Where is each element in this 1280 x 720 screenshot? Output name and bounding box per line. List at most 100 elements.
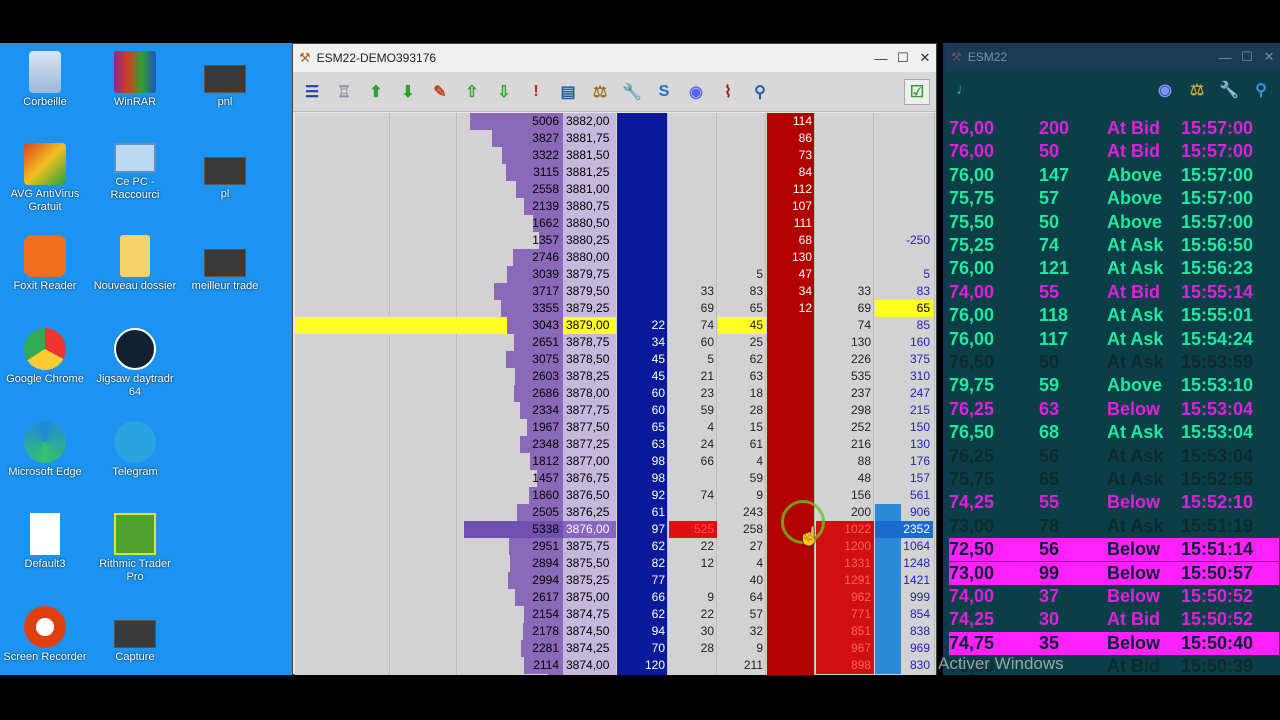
bid-size-cell[interactable]: 60 [617,385,668,402]
ladder-row[interactable]: 2994 3875,25 77 40 1291 1421 [295,572,935,589]
ladder-row[interactable]: 2334 3877,75 60 59 28 298 215 [295,402,935,419]
ask-size-cell[interactable] [767,368,815,385]
ask-size-cell[interactable]: 84 [767,164,815,181]
bid-size-cell[interactable]: 62 [617,606,668,623]
ladder-row[interactable]: 2651 3878,75 34 60 25 130 160 [295,334,935,351]
ask-size-cell[interactable] [767,572,815,589]
bid-size-cell[interactable]: 78 [617,674,668,675]
ladder-row[interactable]: 2139 3880,75 107 [295,198,935,215]
s-icon[interactable]: S [651,79,677,105]
ask-size-cell[interactable]: 34 [767,283,815,300]
desktop-icon-capture[interactable]: Capture [90,606,180,664]
down-arrow-icon[interactable]: ⬇ [395,79,421,105]
ask-size-cell[interactable]: 86 [767,130,815,147]
tooth-icon[interactable]: ♖ [331,79,357,105]
bid-size-cell[interactable] [617,300,668,317]
desktop-icon-screen-recorder[interactable]: Screen Recorder [0,606,90,664]
line-chart-icon[interactable]: ⌇ [715,79,741,105]
bid-size-cell[interactable]: 22 [617,317,668,334]
ladder-row[interactable]: 5006 3882,00 114 [295,113,935,130]
ask-size-cell[interactable] [767,674,815,675]
bid-size-cell[interactable]: 63 [617,436,668,453]
ask-size-cell[interactable] [767,555,815,572]
bid-size-cell[interactable]: 61 [617,504,668,521]
dom-ladder-window[interactable]: ⚒ ESM22-DEMO393176 — ☐ ✕ ☰ ♖ ⬆ ⬇ ✎ ⇧ ⇩ !… [292,43,937,675]
bid-size-cell[interactable] [617,130,668,147]
ask-size-cell[interactable] [767,385,815,402]
ask-size-cell[interactable] [767,436,815,453]
desktop-icon-rithmic-trader-pro[interactable]: Rithmic Trader Pro [90,513,180,584]
checklist-icon[interactable]: ☑ [904,78,930,105]
bid-size-cell[interactable] [617,147,668,164]
tools-icon[interactable]: ⚖ [1184,77,1210,103]
ladder-row[interactable]: 3115 3881,25 84 [295,164,935,181]
ladder-row[interactable]: 3075 3878,50 45 5 62 226 375 [295,351,935,368]
bid-size-cell[interactable]: 45 [617,351,668,368]
minimize-icon[interactable]: — [870,51,892,66]
ask-size-cell[interactable] [767,470,815,487]
desktop-icon-foxit-reader[interactable]: Foxit Reader [0,235,90,293]
ladder-row[interactable]: 1662 3880,50 111 [295,215,935,232]
pencil-icon[interactable]: ✎ [427,79,453,105]
time-and-sales-window[interactable]: ⚒ ESM22 — ☐ ✕ ♩ ◉ ⚖ 🔧 ⚲ 76,00 200 At Bid 15… [943,43,1280,676]
ask-size-cell[interactable]: 47 [767,266,815,283]
desktop-icon-telegram[interactable]: Telegram [90,421,180,479]
ladder-row[interactable]: 3039 3879,75 5 47 5 [295,266,935,283]
discord-icon[interactable]: ◉ [1152,77,1178,103]
ladder-row[interactable]: 1967 3877,50 65 4 15 252 150 [295,419,935,436]
ask-size-cell[interactable] [767,317,815,334]
search-icon[interactable]: ⚲ [1248,77,1274,103]
ask-size-cell[interactable] [767,606,815,623]
ask-size-cell[interactable]: 112 [767,181,815,198]
ladder-row[interactable]: 2281 3874,25 70 28 9 967 969 [295,640,935,657]
ladder-row[interactable]: 1357 3880,25 68 -250 [295,232,935,249]
ladder-row[interactable]: 1812 3877,00 98 66 4 88 176 [295,453,935,470]
bid-size-cell[interactable] [617,232,668,249]
bid-size-cell[interactable] [617,113,668,130]
bid-size-cell[interactable]: 98 [617,470,668,487]
ladder-row[interactable]: 2686 3878,00 60 23 18 237 247 [295,385,935,402]
bid-size-cell[interactable]: 60 [617,402,668,419]
ladder-row[interactable]: 8333873,75786 47325 [295,674,935,675]
desktop-icon-avg-antivirus-gratuit[interactable]: AVG AntiVirus Gratuit [0,143,90,214]
bid-size-cell[interactable]: 62 [617,538,668,555]
desktop-icon-pl[interactable]: pl [180,143,270,201]
bid-size-cell[interactable]: 82 [617,555,668,572]
bid-size-cell[interactable]: 97 [617,521,668,538]
ladder-row[interactable]: 3827 3881,75 86 [295,130,935,147]
ask-size-cell[interactable] [767,453,815,470]
tas-logo-icon[interactable]: ♩ [951,77,977,103]
minimize-icon[interactable]: — [1214,50,1236,65]
ask-size-cell[interactable] [767,657,815,674]
bid-size-cell[interactable] [617,215,668,232]
ask-size-cell[interactable]: 107 [767,198,815,215]
ladder-row[interactable]: 3322 3881,50 73 [295,147,935,164]
wrench-icon[interactable]: 🔧 [1216,77,1242,103]
discord-icon[interactable]: ◉ [683,79,709,105]
desktop-icon-google-chrome[interactable]: Google Chrome [0,328,90,386]
ask-size-cell[interactable]: 114 [767,113,815,130]
ladder-row[interactable]: 2746 3880,00 130 [295,249,935,266]
desktop-icon-nouveau-dossier[interactable]: Nouveau dossier [90,235,180,293]
ask-size-cell[interactable]: 73 [767,147,815,164]
desktop-icon-microsoft-edge[interactable]: Microsoft Edge [0,421,90,479]
ladder-row[interactable]: 3043 3879,00 22 74 45 74 85 [295,317,935,334]
menu-icon[interactable]: ☰ [299,79,325,105]
ladder-row[interactable]: 2114 3874,00 120 211 898 830 [295,657,935,674]
ladder-row[interactable]: 2505 3876,25 61 243 200 906 [295,504,935,521]
ladder-row[interactable]: 2617 3875,00 66 9 64 962 999 [295,589,935,606]
ladder-row[interactable]: 3355 3879,25 69 65 12 69 65 [295,300,935,317]
ask-size-cell[interactable] [767,419,815,436]
bid-size-cell[interactable]: 65 [617,419,668,436]
alert-icon[interactable]: ! [523,79,549,105]
ladder-row[interactable]: 1457 3876,75 98 59 48 157 [295,470,935,487]
search-icon[interactable]: ⚲ [747,79,773,105]
desktop-icon-pnl[interactable]: pnl [180,51,270,109]
ladder-row[interactable]: 5338 3876,00 97 525 258 1022 2352 [295,521,935,538]
ask-size-cell[interactable] [767,623,815,640]
bid-size-cell[interactable] [617,181,668,198]
bid-size-cell[interactable]: 70 [617,640,668,657]
ladder-row[interactable]: 3717 3879,50 33 83 34 33 83 [295,283,935,300]
maximize-icon[interactable]: ☐ [1236,49,1258,65]
bid-size-cell[interactable]: 92 [617,487,668,504]
